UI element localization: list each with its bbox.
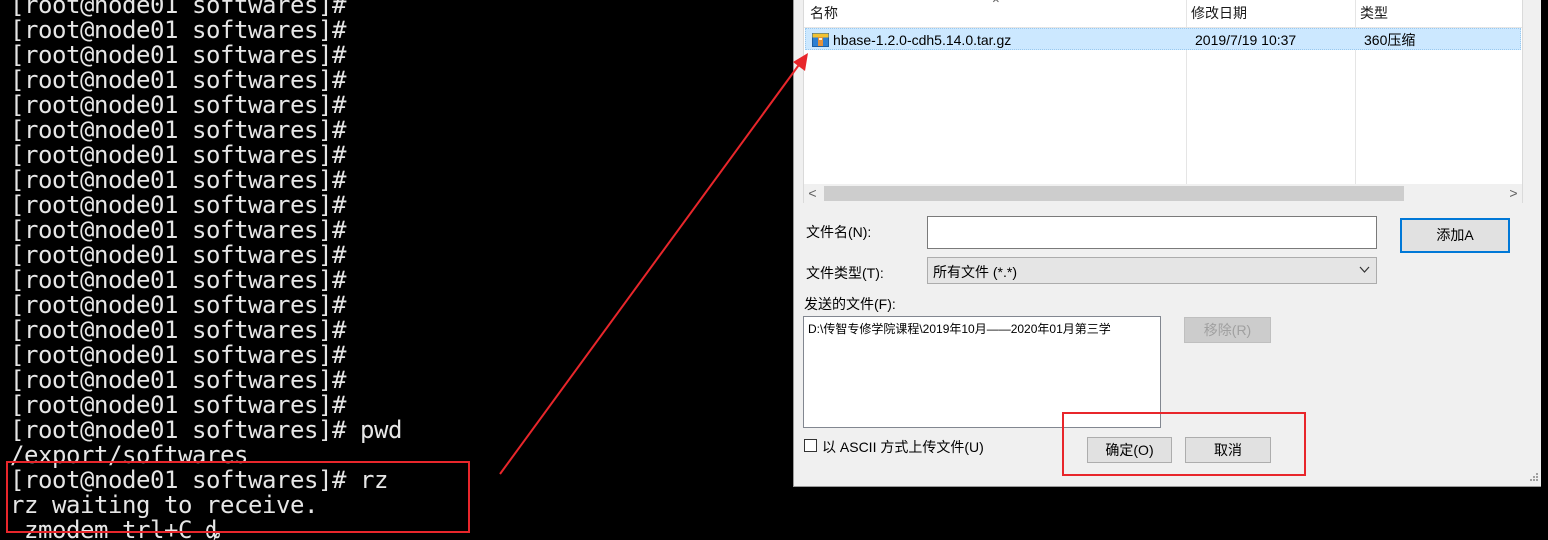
terminal-line: [root@node01 softwares]#	[10, 66, 346, 94]
column-header-type-label: 类型	[1360, 5, 1388, 21]
filetype-select-value: 所有文件 (*.*)	[933, 264, 1017, 280]
terminal-line: [root@node01 softwares]#	[10, 116, 346, 144]
terminal-window[interactable]: [root@node01 softwares]# [root@node01 sof…	[0, 0, 790, 540]
archive-icon	[812, 33, 829, 47]
column-header-date-label: 修改日期	[1191, 5, 1247, 21]
scrollbar-thumb[interactable]	[824, 186, 1404, 201]
file-name: hbase-1.2.0-cdh5.14.0.tar.gz	[833, 32, 1012, 48]
filename-label: 文件名(N):	[806, 224, 872, 240]
terminal-line: [root@node01 softwares]#	[10, 291, 346, 319]
file-type: 360压缩	[1364, 32, 1416, 48]
terminal-line: [root@node01 softwares]#	[10, 166, 346, 194]
terminal-line: [root@node01 softwares]#	[10, 141, 346, 169]
sent-file-item[interactable]: D:\传智专修学院课程\2019年10月——2020年01月第三学	[808, 320, 1111, 337]
file-row[interactable]: hbase-1.2.0-cdh5.14.0.tar.gz 2019/7/19 1…	[805, 28, 1521, 50]
column-header-date[interactable]: 修改日期	[1185, 0, 1351, 27]
scroll-right-icon[interactable]: >	[1505, 184, 1522, 203]
annotation-box-terminal	[6, 461, 470, 533]
terminal-line: [root@node01 softwares]#	[10, 191, 346, 219]
filetype-label: 文件类型(T):	[806, 265, 884, 281]
scroll-left-icon[interactable]: <	[804, 184, 821, 203]
remove-button[interactable]: 移除(R)	[1184, 317, 1271, 343]
terminal-line: [root@node01 softwares]#	[10, 391, 346, 419]
sent-files-label: 发送的文件(F):	[804, 296, 896, 312]
terminal-line: [root@node01 softwares]#	[10, 266, 346, 294]
terminal-line: [root@node01 softwares]#	[10, 216, 346, 244]
filetype-select[interactable]: 所有文件 (*.*)	[927, 257, 1377, 284]
add-button[interactable]: 添加A	[1400, 218, 1510, 253]
chevron-down-icon	[1359, 266, 1370, 273]
filename-input[interactable]	[927, 216, 1377, 249]
column-header-name-label: 名称	[810, 5, 838, 21]
terminal-line: [root@node01 softwares]#	[10, 341, 346, 369]
horizontal-scrollbar[interactable]: < >	[804, 184, 1522, 203]
terminal-line: [root@node01 softwares]#	[10, 41, 346, 69]
background-strip	[790, 487, 1548, 540]
terminal-line: [root@node01 softwares]#	[10, 241, 346, 269]
annotation-box-buttons	[1062, 412, 1306, 476]
ascii-checkbox[interactable]	[804, 439, 817, 452]
terminal-line: [root@node01 softwares]#	[10, 16, 346, 44]
terminal-line: [root@node01 softwares]#	[10, 91, 346, 119]
file-date: 2019/7/19 10:37	[1195, 32, 1297, 48]
terminal-line: [root@node01 softwares]#	[10, 316, 346, 344]
terminal-line: [root@node01 softwares]#	[10, 366, 346, 394]
background-strip	[1541, 0, 1548, 540]
resize-grip-icon[interactable]	[1527, 472, 1539, 484]
remove-button-label: 移除(R)	[1203, 322, 1252, 338]
add-button-label: 添加A	[1436, 227, 1474, 243]
ascii-checkbox-label: 以 ASCII 方式上传文件(U)	[822, 439, 984, 455]
terminal-line: [root@node01 softwares]# pwd	[10, 416, 402, 444]
sort-ascending-icon: ⌃	[990, 0, 1002, 12]
column-header-type[interactable]: 类型	[1354, 0, 1520, 27]
file-list[interactable]: 名称 ⌃ 修改日期 类型 hbase-1.2.0-cdh5.14.0.tar.g…	[803, 0, 1523, 203]
